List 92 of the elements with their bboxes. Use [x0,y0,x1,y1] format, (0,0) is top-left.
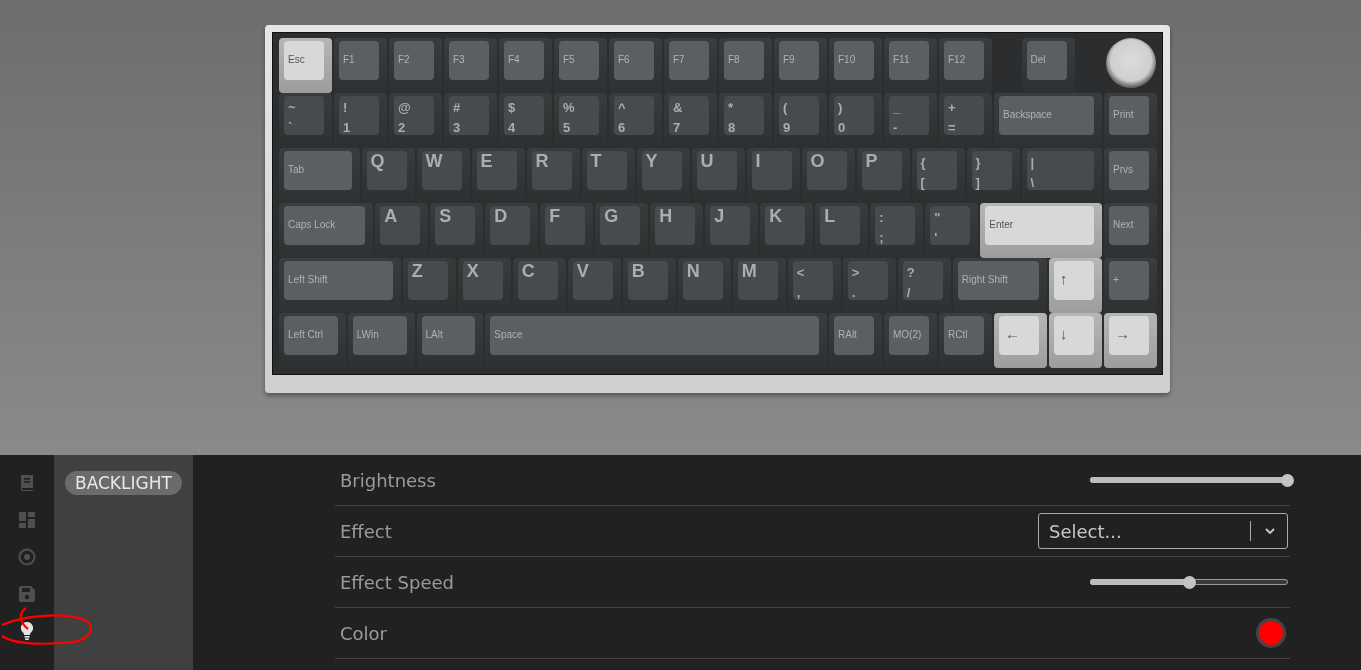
keycap[interactable]: F12 [939,38,992,93]
keycap[interactable]: V [567,258,621,313]
keycap[interactable]: " ' [925,203,979,258]
keycap[interactable]: X [457,258,511,313]
setting-label: Effect Speed [340,571,454,593]
keycap[interactable]: I [746,148,800,203]
keycap[interactable]: Caps Lock [279,203,374,258]
keycap[interactable]: F3 [444,38,497,93]
keycap[interactable]: O [801,148,855,203]
keycap[interactable]: @ 2 [389,93,442,148]
keycap[interactable]: Left Shift [279,258,401,313]
keycap[interactable]: Enter [980,203,1102,258]
keycap[interactable]: Del [1021,38,1075,93]
keycap[interactable]: Esc [279,38,332,93]
keycap[interactable]: F8 [719,38,772,93]
keycap[interactable]: * 8 [719,93,772,148]
keycap[interactable]: > . [842,258,896,313]
keycap[interactable]: J [705,203,759,258]
keycap[interactable]: _ - [884,93,937,148]
keycap[interactable]: : ; [870,203,924,258]
keycap[interactable]: D [485,203,539,258]
keycap[interactable]: G [595,203,649,258]
keycap[interactable]: Next [1104,203,1157,258]
keycap[interactable]: LWin [347,313,415,368]
keycap[interactable]: P [856,148,910,203]
keycap[interactable]: # 3 [444,93,497,148]
keycap[interactable]: | \ [1021,148,1102,203]
keycap[interactable]: F2 [389,38,442,93]
keycap[interactable]: ↑ [1049,258,1102,313]
keycap[interactable]: ~ ` [279,93,332,148]
keycap[interactable]: ? / [897,258,951,313]
keycap[interactable]: Backspace [994,93,1102,148]
keycap[interactable]: $ 4 [499,93,552,148]
keycap[interactable]: F4 [499,38,552,93]
keycap[interactable]: Right Shift [952,258,1047,313]
keycap[interactable]: E [471,148,525,203]
keycap[interactable]: } ] [966,148,1020,203]
keycap[interactable]: LAlt [416,313,484,368]
keycap[interactable]: U [691,148,745,203]
keycap[interactable]: S [430,203,484,258]
keycap[interactable]: R [526,148,580,203]
keycap[interactable]: A [375,203,429,258]
keycap[interactable]: ( 9 [774,93,827,148]
keycap[interactable]: → [1104,313,1157,368]
keycap[interactable]: C [512,258,566,313]
setting-label: Effect [340,520,392,542]
keycap[interactable]: ← [994,313,1047,368]
keycap[interactable]: ) 0 [829,93,882,148]
keycap[interactable]: F11 [884,38,937,93]
keycap[interactable]: F10 [829,38,882,93]
keycap[interactable]: ^ 6 [609,93,662,148]
keycap[interactable]: Y [636,148,690,203]
circle-dot-icon[interactable] [17,547,37,567]
keycap[interactable]: F1 [334,38,387,93]
keycap[interactable]: ↓ [1049,313,1102,368]
keycap[interactable]: M [732,258,786,313]
keycap[interactable]: Z [402,258,456,313]
keycap[interactable]: F [540,203,594,258]
keycap[interactable]: F7 [664,38,717,93]
keycap[interactable]: F5 [554,38,607,93]
keycap[interactable]: Print [1104,93,1157,148]
rotary-knob[interactable] [1105,38,1156,88]
keycap[interactable]: B [622,258,676,313]
keycap[interactable]: + = [939,93,992,148]
keycap[interactable]: Left Ctrl [279,313,346,368]
keycap[interactable]: + [1104,258,1157,313]
keycap[interactable]: Q [361,148,415,203]
keycap[interactable]: MO(2) [884,313,937,368]
keycap[interactable]: H [650,203,704,258]
keycap[interactable]: F6 [609,38,662,93]
keycap[interactable]: < , [787,258,841,313]
keycap[interactable]: % 5 [554,93,607,148]
keycap[interactable]: T [581,148,635,203]
slider-thumb[interactable] [1280,473,1294,487]
keycap[interactable]: Tab [279,148,360,203]
keycap[interactable]: RCtl [939,313,992,368]
keycap[interactable]: K [760,203,814,258]
setting-label: Brightness [340,469,436,491]
keycap[interactable]: ! 1 [334,93,387,148]
keycap[interactable]: { [ [911,148,965,203]
menu-tab[interactable]: BACKLIGHT [65,471,182,495]
keycap[interactable]: N [677,258,731,313]
keycap[interactable]: Prvs [1104,148,1157,203]
keycap[interactable]: Space [485,313,827,368]
keycap[interactable]: RAlt [829,313,882,368]
effect-dropdown[interactable]: Select... [1038,513,1288,549]
keycap[interactable]: F9 [774,38,827,93]
keycap[interactable]: L [815,203,869,258]
keycap[interactable]: W [416,148,470,203]
setting-label: Color [340,622,387,644]
slider-thumb[interactable] [1182,575,1196,589]
keycap[interactable]: & 7 [664,93,717,148]
